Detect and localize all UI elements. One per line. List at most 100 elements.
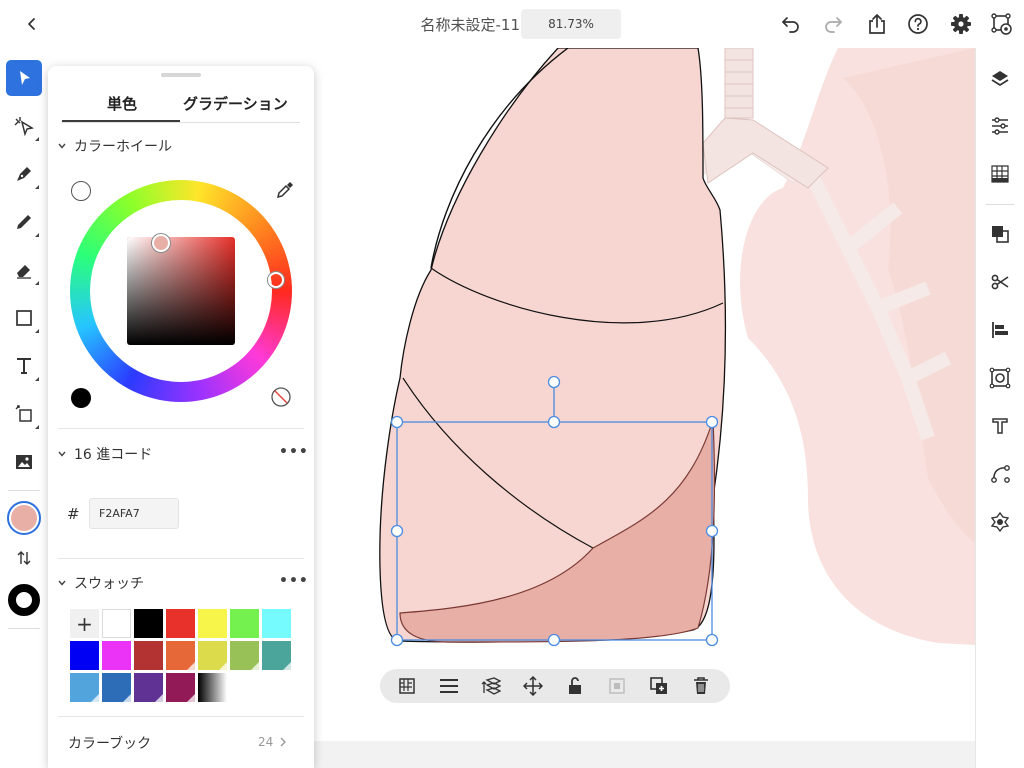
color-swatch[interactable] xyxy=(134,609,163,638)
swatch-corner-fold xyxy=(219,662,227,670)
path-edit-button[interactable] xyxy=(988,462,1012,486)
rectangle-tool[interactable] xyxy=(6,300,42,336)
color-swatch[interactable] xyxy=(102,641,131,670)
color-panel: 単色 グラデーション カラーホイール 16 進コード ••• # スウォッチ •… xyxy=(48,66,314,768)
tab-solid-color[interactable]: 単色 xyxy=(107,93,137,114)
eraser-tool[interactable] xyxy=(6,252,42,288)
hex-input[interactable] xyxy=(89,498,179,529)
sb-black-overlay xyxy=(127,237,235,345)
color-wheel-header[interactable]: カラーホイール xyxy=(58,136,172,156)
white-color-button[interactable] xyxy=(71,181,91,201)
zoom-level[interactable]: 81.73% xyxy=(521,9,621,39)
direct-selection-tool[interactable] xyxy=(6,108,42,144)
gradient-swatch[interactable] xyxy=(198,673,227,702)
align-options-button[interactable] xyxy=(437,674,461,698)
section-divider xyxy=(58,716,304,717)
color-book-count[interactable]: 24 xyxy=(258,735,287,749)
swap-arrows-icon xyxy=(17,551,31,565)
chevron-down-icon xyxy=(58,143,66,149)
color-swatch[interactable] xyxy=(134,673,163,702)
color-swatch[interactable] xyxy=(102,673,131,702)
properties-button[interactable] xyxy=(988,114,1012,138)
grid-button[interactable] xyxy=(988,162,1012,186)
color-swatch[interactable] xyxy=(102,609,131,638)
add-swatch-button[interactable]: + xyxy=(70,609,99,638)
color-swatch[interactable] xyxy=(166,609,195,638)
saturation-brightness-square[interactable] xyxy=(127,237,235,345)
panel-grabber[interactable] xyxy=(161,73,201,77)
color-swatch[interactable] xyxy=(70,641,99,670)
pathfinder-button[interactable] xyxy=(988,222,1012,246)
align-button[interactable] xyxy=(988,318,1012,342)
toolbar-divider xyxy=(8,490,40,491)
swatches-header[interactable]: スウォッチ xyxy=(58,573,144,593)
pen-tool[interactable] xyxy=(6,156,42,192)
swatch-corner-fold xyxy=(123,694,131,702)
text-properties-button[interactable] xyxy=(988,414,1012,438)
group-button[interactable] xyxy=(605,674,629,698)
swatch-corner-fold xyxy=(91,694,99,702)
image-icon xyxy=(16,455,32,469)
section-divider xyxy=(58,428,304,429)
submenu-indicator xyxy=(35,329,39,333)
scissors-button[interactable] xyxy=(988,270,1012,294)
color-book-label[interactable]: カラーブック xyxy=(68,733,151,753)
submenu-indicator xyxy=(35,137,39,141)
transform-tool[interactable] xyxy=(6,396,42,432)
stroke-color-swatch[interactable] xyxy=(6,582,42,618)
settings-button[interactable] xyxy=(949,12,973,36)
gear-icon xyxy=(951,14,971,34)
path-nodes-icon xyxy=(991,465,1010,483)
help-button[interactable] xyxy=(906,12,930,36)
back-button[interactable] xyxy=(20,12,44,36)
preview-icon xyxy=(991,13,1012,35)
arrange-button[interactable] xyxy=(479,674,503,698)
hex-code-header[interactable]: 16 進コード xyxy=(58,444,152,464)
no-color-button[interactable] xyxy=(270,386,292,408)
menu-lines-icon xyxy=(440,679,458,693)
color-swatch[interactable] xyxy=(230,609,259,638)
delete-button[interactable] xyxy=(689,674,713,698)
eyedropper-button[interactable] xyxy=(274,179,296,201)
pencil-tool[interactable] xyxy=(6,204,42,240)
preview-button[interactable] xyxy=(990,12,1014,36)
redo-button[interactable] xyxy=(821,12,845,36)
layers-button[interactable] xyxy=(988,66,1012,90)
swatch-corner-fold xyxy=(187,694,195,702)
undo-button[interactable] xyxy=(779,12,803,36)
color-swatch[interactable] xyxy=(198,609,227,638)
color-swatch[interactable] xyxy=(166,673,195,702)
type-tool[interactable] xyxy=(6,348,42,384)
color-swatch[interactable] xyxy=(134,641,163,670)
swap-colors-button[interactable] xyxy=(6,544,42,572)
hue-picker-handle[interactable] xyxy=(268,272,284,288)
hex-more-button[interactable]: ••• xyxy=(279,444,309,460)
lock-button[interactable] xyxy=(563,674,587,698)
color-swatch[interactable] xyxy=(166,641,195,670)
duplicate-icon xyxy=(650,677,667,694)
duplicate-button[interactable] xyxy=(647,674,671,698)
place-image-tool[interactable] xyxy=(6,444,42,480)
eraser-icon xyxy=(17,265,31,279)
color-wheel-title: カラーホイール xyxy=(74,139,172,155)
document-title[interactable]: 名称未設定-11 xyxy=(400,14,520,35)
color-swatch[interactable] xyxy=(70,673,99,702)
tab-gradient[interactable]: グラデーション xyxy=(183,93,288,114)
black-color-button[interactable] xyxy=(71,388,91,408)
fill-color-swatch[interactable] xyxy=(6,500,42,536)
mask-button[interactable] xyxy=(395,674,419,698)
color-swatch[interactable] xyxy=(198,641,227,670)
image-trace-button[interactable] xyxy=(988,510,1012,534)
submenu-indicator xyxy=(35,425,39,429)
repeat-grid-button[interactable] xyxy=(988,366,1012,390)
color-swatch[interactable] xyxy=(262,641,291,670)
chevron-down-icon xyxy=(58,580,66,586)
swatches-more-button[interactable]: ••• xyxy=(279,573,309,589)
hex-code-title: 16 進コード xyxy=(74,447,153,463)
share-button[interactable] xyxy=(865,12,889,36)
sb-picker-handle[interactable] xyxy=(152,234,170,252)
selection-tool[interactable] xyxy=(6,60,42,96)
color-swatch[interactable] xyxy=(230,641,259,670)
color-swatch[interactable] xyxy=(262,609,291,638)
move-button[interactable] xyxy=(521,674,545,698)
